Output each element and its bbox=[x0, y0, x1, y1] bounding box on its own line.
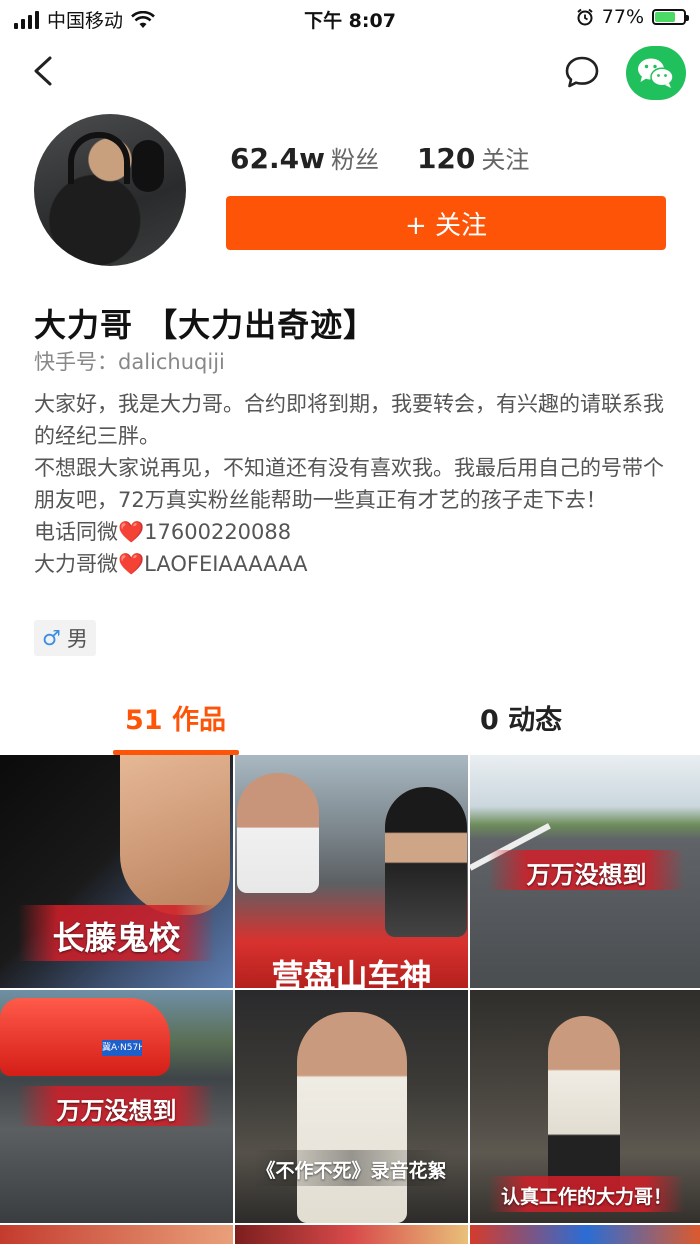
male-icon: ♂ bbox=[42, 626, 61, 650]
heart-icon: ❤️ bbox=[118, 552, 145, 576]
followers-count: 62.4w bbox=[230, 142, 325, 175]
wechat-icon bbox=[638, 58, 674, 88]
status-bar: 中国移动 下午 8:07 77% bbox=[0, 0, 700, 36]
battery-icon bbox=[652, 9, 689, 25]
profile-bio: 大家好，我是大力哥。合约即将到期，我要转会，有兴趣的请联系我的经纪三胖。 不想跟… bbox=[34, 388, 674, 580]
bio-line: 大家好，我是大力哥。合约即将到期，我要转会，有兴趣的请联系我的经纪三胖。 bbox=[34, 392, 664, 448]
gender-badge: ♂ 男 bbox=[34, 620, 96, 656]
tab-works[interactable]: 51 作品 bbox=[125, 698, 226, 737]
back-arrow-icon[interactable] bbox=[28, 54, 62, 88]
phone-number: 17600220088 bbox=[144, 520, 292, 544]
profile-name: 大力哥 【大力出奇迹】 bbox=[34, 306, 377, 344]
video-thumbnail[interactable]: 冀A·N57H9 万万没想到 bbox=[0, 990, 233, 1223]
following-count: 120 bbox=[416, 142, 476, 175]
video-thumbnail[interactable] bbox=[0, 1225, 233, 1244]
video-thumbnail[interactable]: 《不作不死》录音花絮 bbox=[235, 990, 468, 1223]
thumb-person bbox=[385, 787, 467, 937]
video-caption: 《不作不死》录音花絮 bbox=[256, 1160, 447, 1182]
video-thumbnail[interactable]: 认真工作的大力哥！ bbox=[470, 990, 700, 1223]
video-thumbnail[interactable]: 万万没想到 bbox=[470, 755, 700, 988]
profile-stats: 62.4w 粉丝 120 关注 bbox=[230, 140, 529, 175]
following-stat[interactable]: 120 关注 bbox=[417, 140, 529, 175]
thumb-person bbox=[237, 773, 319, 893]
status-right: 77% bbox=[576, 6, 689, 28]
kwai-id: 快手号：dalichuqiji bbox=[34, 350, 225, 374]
phone-label: 电话同微 bbox=[34, 520, 118, 544]
video-caption: 万万没想到 bbox=[56, 1097, 177, 1125]
wechat-share-button[interactable] bbox=[626, 46, 686, 100]
video-thumbnail[interactable]: 营盘山车神 bbox=[235, 755, 468, 988]
gender-label: 男 bbox=[66, 627, 88, 651]
follow-button[interactable]: + 关注 bbox=[226, 196, 666, 250]
wechat-label: 大力哥微 bbox=[34, 552, 118, 576]
avatar[interactable] bbox=[34, 114, 186, 266]
video-thumbnail[interactable] bbox=[235, 1225, 468, 1244]
tab-moments[interactable]: 0 动态 bbox=[480, 698, 562, 737]
video-caption: 营盘山车神 bbox=[271, 957, 432, 988]
battery-percent: 77% bbox=[601, 6, 644, 28]
bio-phone-line: 电话同微❤️17600220088 bbox=[34, 516, 674, 548]
video-caption: 长藤鬼校 bbox=[52, 919, 181, 957]
battery-level bbox=[655, 12, 675, 22]
thumb-car bbox=[0, 998, 170, 1076]
video-caption: 万万没想到 bbox=[526, 861, 647, 889]
bio-line: 不想跟大家说再见，不知道还有没有喜欢我。我最后用自己的号带个朋友吧，72万真实粉… bbox=[34, 456, 664, 512]
avatar-headphones bbox=[68, 132, 130, 184]
followers-label: 粉丝 bbox=[330, 146, 379, 174]
alarm-icon bbox=[577, 8, 593, 26]
video-grid: 长藤鬼校 营盘山车神 万万没想到 冀A·N57H9 万万没想到 《不作不死》录音… bbox=[0, 755, 700, 1244]
thumb-person bbox=[297, 1012, 407, 1223]
thumb-face bbox=[120, 755, 230, 915]
following-label: 关注 bbox=[481, 146, 530, 174]
heart-icon: ❤️ bbox=[118, 520, 145, 544]
video-thumbnail[interactable]: 长藤鬼校 bbox=[0, 755, 233, 988]
followers-stat[interactable]: 62.4w 粉丝 bbox=[230, 140, 379, 175]
video-thumbnail[interactable] bbox=[470, 1225, 700, 1244]
avatar-microphone bbox=[132, 140, 164, 192]
thumb-plate: 冀A·N57H9 bbox=[102, 1040, 142, 1056]
bio-wechat-line: 大力哥微❤️LAOFEIAAAAAA bbox=[34, 548, 674, 580]
message-bubble-icon[interactable] bbox=[564, 54, 600, 90]
wechat-id: LAOFEIAAAAAA bbox=[144, 552, 308, 576]
content-tabs: 51 作品 0 动态 bbox=[0, 690, 700, 756]
video-caption: 认真工作的大力哥！ bbox=[500, 1186, 672, 1208]
